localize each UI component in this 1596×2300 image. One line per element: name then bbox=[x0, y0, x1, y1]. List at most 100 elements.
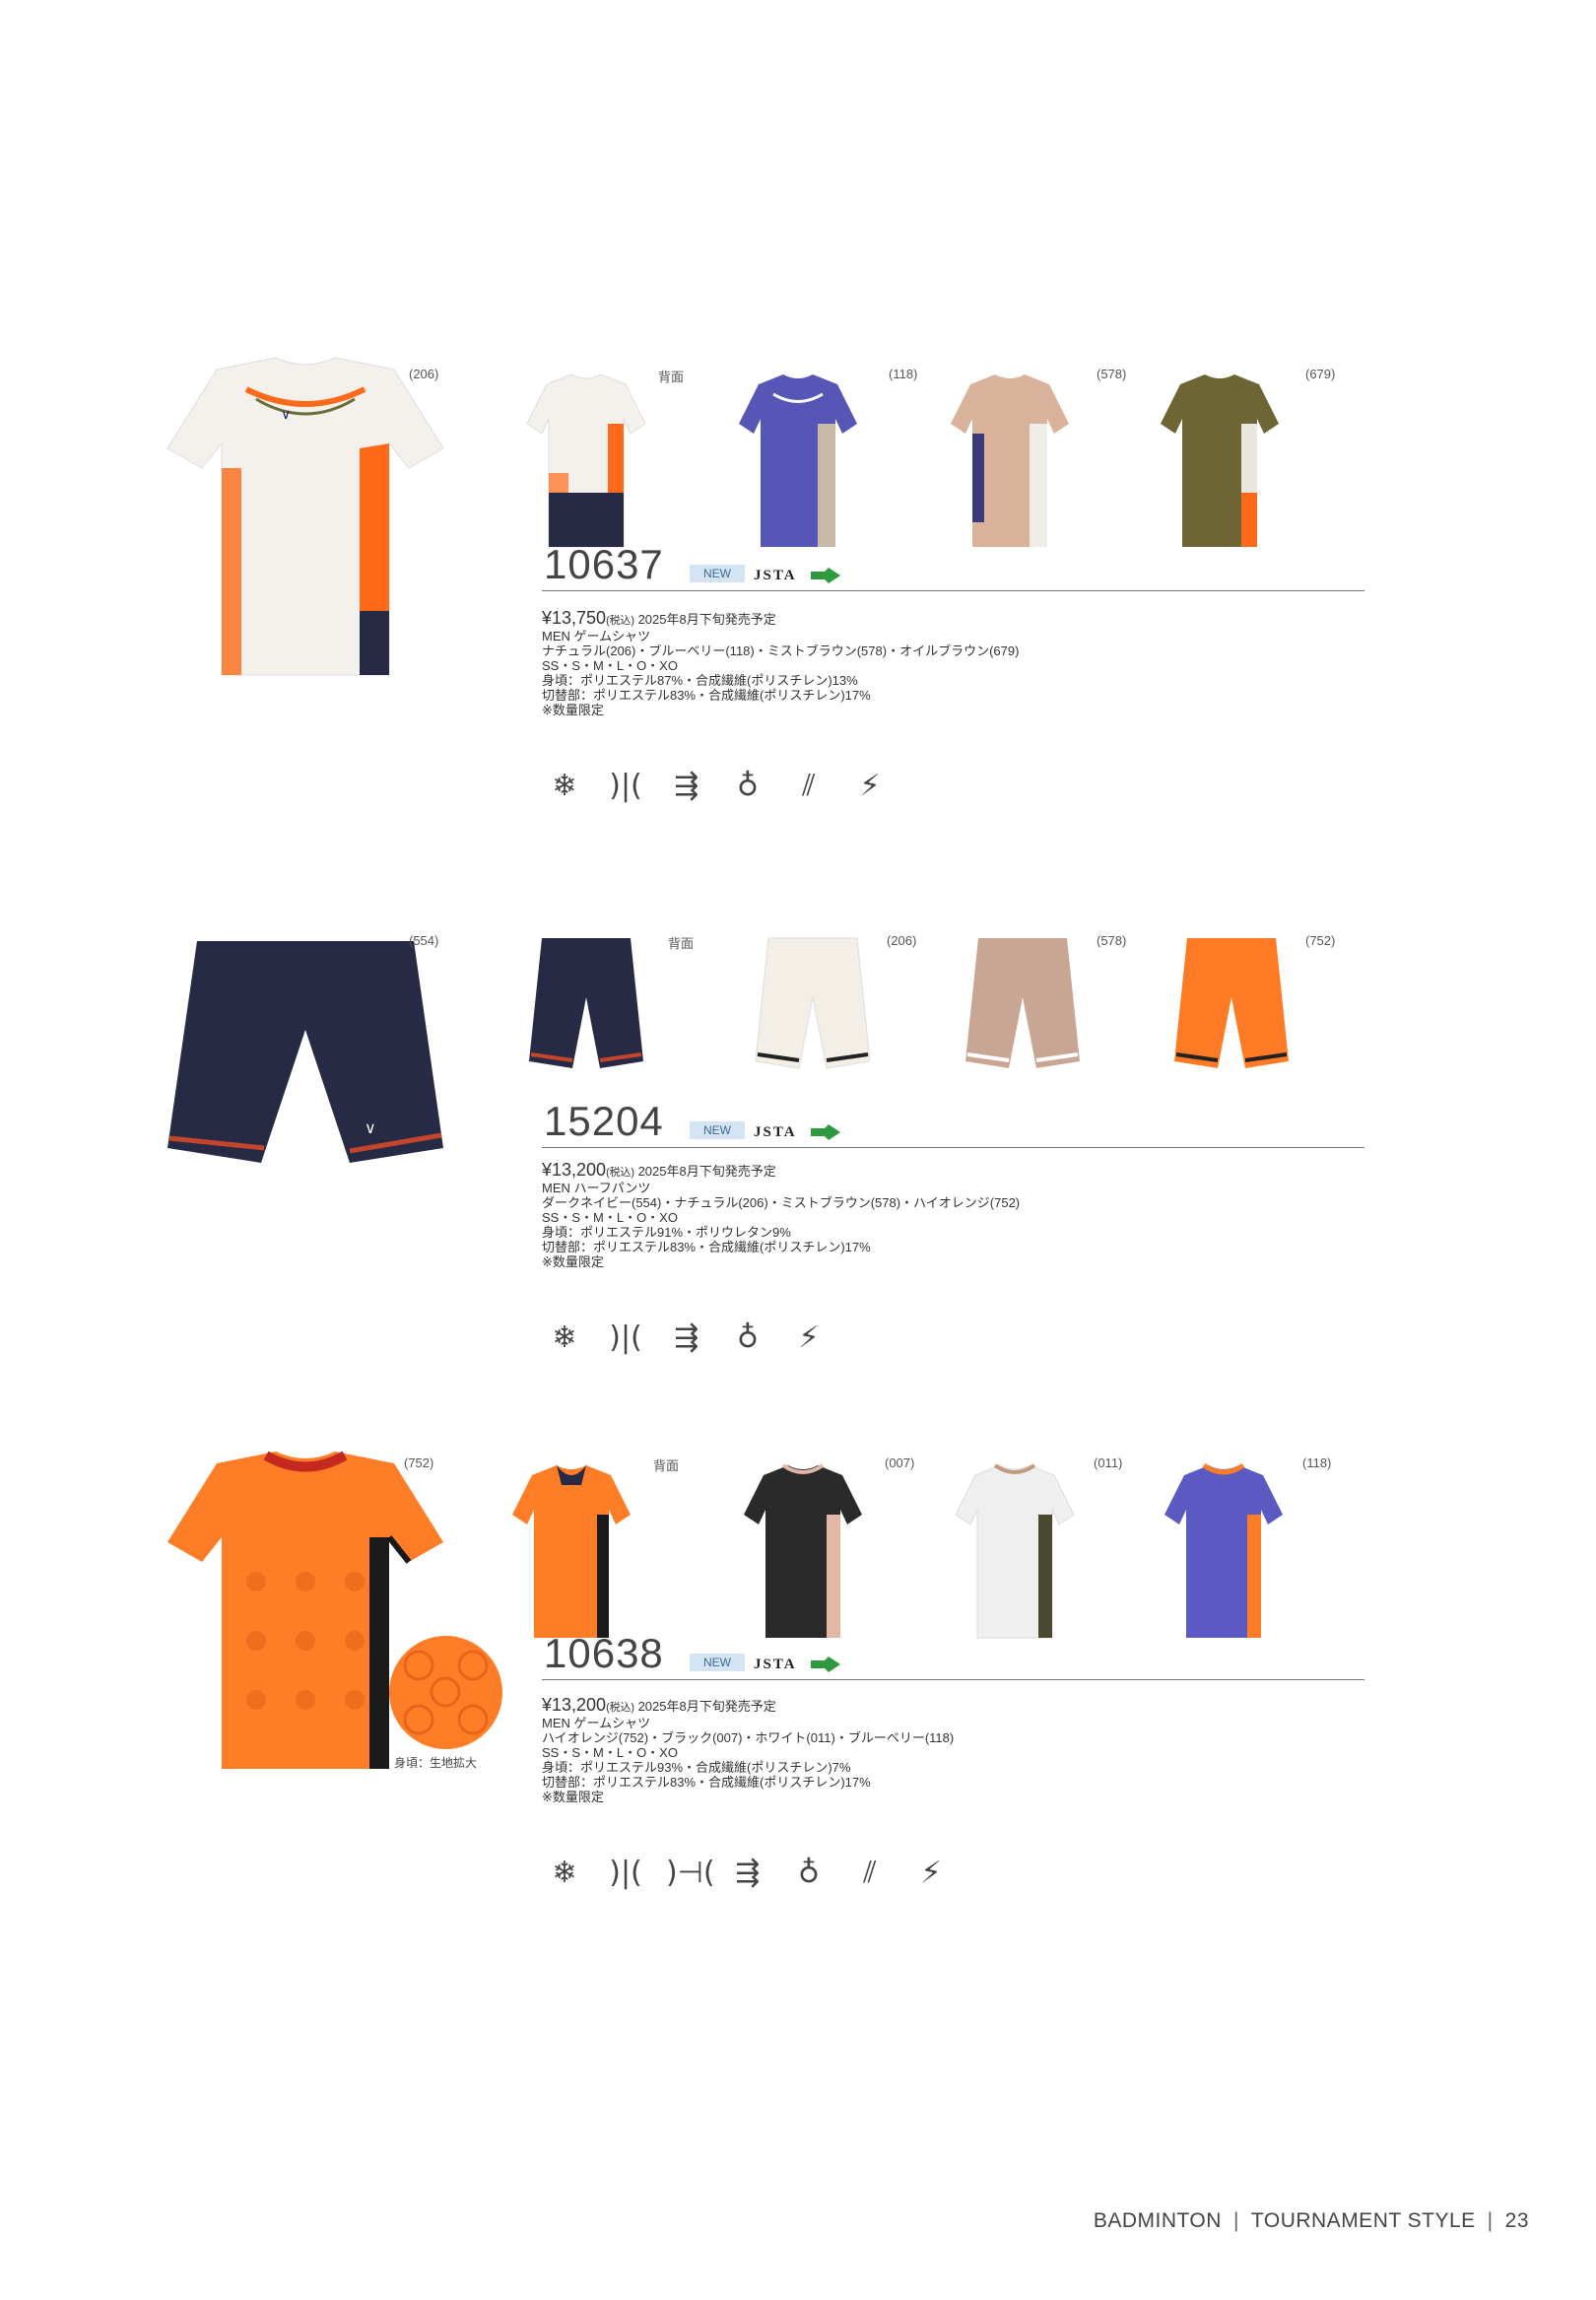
thumb-code-679: (679) bbox=[1305, 367, 1336, 381]
antistatic-icon: ⚡ bbox=[859, 769, 881, 803]
ventilation-icon: )⊣( bbox=[666, 1856, 715, 1890]
breathable-icon: )|( bbox=[609, 1856, 642, 1890]
colors: ハイオレンジ(752)・ブラック(007)・ホワイト(011)・ブルーベリー(1… bbox=[542, 1730, 955, 1745]
jsta-mark-icon bbox=[811, 1657, 840, 1672]
thumb-578 bbox=[941, 365, 1079, 562]
model-number: 10638 bbox=[544, 1630, 664, 1676]
main-color-code: (554) bbox=[409, 933, 439, 948]
main-color-code: (206) bbox=[409, 367, 439, 381]
thumb-752 bbox=[1163, 928, 1300, 1125]
jsta-label: JSTA bbox=[754, 1124, 797, 1140]
model-header: 10638 NEW JSTA bbox=[542, 1630, 1364, 1680]
back-label: 背面 bbox=[658, 370, 685, 384]
main-shirt-image: ∨ bbox=[148, 350, 463, 705]
release-date: 2025年8月下旬発売予定 bbox=[637, 612, 776, 627]
new-badge: NEW bbox=[690, 565, 745, 582]
sizes: SS・S・M・L・O・XO bbox=[542, 1210, 678, 1225]
price: ¥13,200 bbox=[542, 1160, 607, 1180]
material-panel: 切替部：ポリエステル83%・合成繊維(ポリスチレン)17% bbox=[542, 1775, 871, 1790]
back-label: 背面 bbox=[653, 1458, 680, 1473]
material-panel: 切替部：ポリエステル83%・合成繊維(ポリスチレン)17% bbox=[542, 688, 871, 703]
sweat-icon: ♁ bbox=[737, 1320, 759, 1355]
main-color-code: (752) bbox=[404, 1455, 434, 1470]
colors: ダークネイビー(554)・ナチュラル(206)・ミストブラウン(578)・ハイオ… bbox=[542, 1195, 1021, 1210]
thumb-679 bbox=[1151, 365, 1289, 562]
back-label: 背面 bbox=[668, 936, 695, 951]
footer-divider: | bbox=[1232, 2209, 1239, 2232]
thumb-578 bbox=[954, 928, 1092, 1125]
main-shorts-image: ∨ bbox=[148, 926, 463, 1281]
release-date: 2025年8月下旬発売予定 bbox=[637, 1164, 776, 1179]
thumb-code-118: (118) bbox=[889, 367, 918, 381]
limited-note: ※数量限定 bbox=[542, 1790, 604, 1804]
thumb-011 bbox=[946, 1455, 1084, 1653]
svg-text:∨: ∨ bbox=[365, 1120, 376, 1137]
thumb-code-007: (007) bbox=[885, 1455, 915, 1470]
limited-note: ※数量限定 bbox=[542, 1254, 604, 1269]
feature-icons: ❄ )|( )⊣( ⇶ ♁ ⫽ ⚡ bbox=[544, 1856, 952, 1890]
tax-note: (税込) bbox=[606, 1702, 634, 1714]
thumb-back bbox=[502, 1455, 640, 1653]
model-number: 15204 bbox=[544, 1098, 664, 1144]
uv-cut-icon: ⫽ bbox=[802, 769, 816, 803]
stretch-icon: ⇶ bbox=[674, 769, 699, 803]
sweat-icon: ♁ bbox=[737, 769, 759, 803]
colors: ナチュラル(206)・ブルーベリー(118)・ミストブラウン(578)・オイルブ… bbox=[542, 643, 1020, 658]
product-10637: ∨ (206) 背面 (118) (578) (679) 10637 NEW J… bbox=[0, 350, 1596, 902]
price: ¥13,750 bbox=[542, 608, 607, 628]
jsta-label: JSTA bbox=[754, 568, 797, 583]
material-body: 身頃：ポリエステル87%・合成繊維(ポリスチレン)13% bbox=[542, 673, 858, 688]
breathable-icon: )|( bbox=[609, 1320, 642, 1355]
material-body: 身頃：ポリエステル91%・ポリウレタン9% bbox=[542, 1225, 791, 1240]
thumb-code-578: (578) bbox=[1097, 367, 1127, 381]
uv-cut-icon: ⫽ bbox=[863, 1856, 877, 1890]
jsta-mark-icon bbox=[811, 1124, 840, 1140]
product-10638: (752) 身頃：生地拡大 背面 (007) (011) (118) 10638… bbox=[0, 1444, 1596, 1996]
main-shirt-image bbox=[148, 1444, 463, 1798]
thumb-code-206: (206) bbox=[887, 933, 917, 948]
antistatic-icon: ⚡ bbox=[798, 1320, 820, 1355]
stretch-icon: ⇶ bbox=[674, 1320, 699, 1355]
breathable-icon: )|( bbox=[609, 769, 642, 803]
jsta-mark-icon bbox=[811, 568, 840, 583]
sweat-icon: ♁ bbox=[798, 1856, 820, 1890]
thumb-206 bbox=[744, 928, 882, 1125]
price: ¥13,200 bbox=[542, 1695, 607, 1715]
feature-icons: ❄ )|( ⇶ ♁ ⫽ ⚡ bbox=[544, 769, 891, 803]
footer-divider: | bbox=[1487, 2209, 1494, 2232]
new-badge: NEW bbox=[690, 1121, 745, 1139]
model-header: 10637 NEW JSTA bbox=[542, 541, 1364, 591]
product-info: ¥13,200(税込) 2025年8月下旬発売予定 MEN ゲームシャツ ハイオ… bbox=[542, 1695, 1330, 1804]
thumb-code-578: (578) bbox=[1097, 933, 1127, 948]
page-footer: BADMINTON | TOURNAMENT STYLE | 23 bbox=[1094, 2209, 1529, 2233]
thumb-118 bbox=[729, 365, 867, 562]
model-number: 10637 bbox=[544, 541, 664, 587]
thumb-code-011: (011) bbox=[1094, 1455, 1123, 1470]
thumb-code-752: (752) bbox=[1305, 933, 1336, 948]
page-number: 23 bbox=[1504, 2209, 1529, 2232]
snowflake-icon: ❄ bbox=[552, 1856, 577, 1890]
snowflake-icon: ❄ bbox=[552, 1320, 577, 1355]
thumb-back bbox=[517, 365, 655, 562]
thumb-007 bbox=[734, 1455, 872, 1653]
fabric-swatch bbox=[389, 1636, 502, 1749]
model-header: 15204 NEW JSTA bbox=[542, 1098, 1364, 1148]
swatch-caption: 身頃：生地拡大 bbox=[394, 1756, 478, 1770]
tax-note: (税込) bbox=[606, 1167, 634, 1179]
release-date: 2025年8月下旬発売予定 bbox=[637, 1699, 776, 1714]
antistatic-icon: ⚡ bbox=[920, 1856, 942, 1890]
thumb-118 bbox=[1155, 1455, 1293, 1653]
product-info: ¥13,200(税込) 2025年8月下旬発売予定 MEN ハーフパンツ ダーク… bbox=[542, 1160, 1330, 1269]
limited-note: ※数量限定 bbox=[542, 703, 604, 717]
product-15204: ∨ (554) 背面 (206) (578) (752) 15204 NEW J… bbox=[0, 916, 1596, 1468]
svg-text:∨: ∨ bbox=[281, 406, 291, 422]
thumb-back bbox=[517, 928, 655, 1125]
thumb-code-118: (118) bbox=[1302, 1455, 1332, 1470]
stretch-icon: ⇶ bbox=[735, 1856, 761, 1890]
jsta-label: JSTA bbox=[754, 1657, 797, 1672]
footer-section: BADMINTON bbox=[1093, 2209, 1222, 2232]
material-body: 身頃：ポリエステル93%・合成繊維(ポリスチレン)7% bbox=[542, 1760, 851, 1775]
sizes: SS・S・M・L・O・XO bbox=[542, 658, 678, 673]
material-panel: 切替部：ポリエステル83%・合成繊維(ポリスチレン)17% bbox=[542, 1240, 871, 1254]
snowflake-icon: ❄ bbox=[552, 769, 577, 803]
